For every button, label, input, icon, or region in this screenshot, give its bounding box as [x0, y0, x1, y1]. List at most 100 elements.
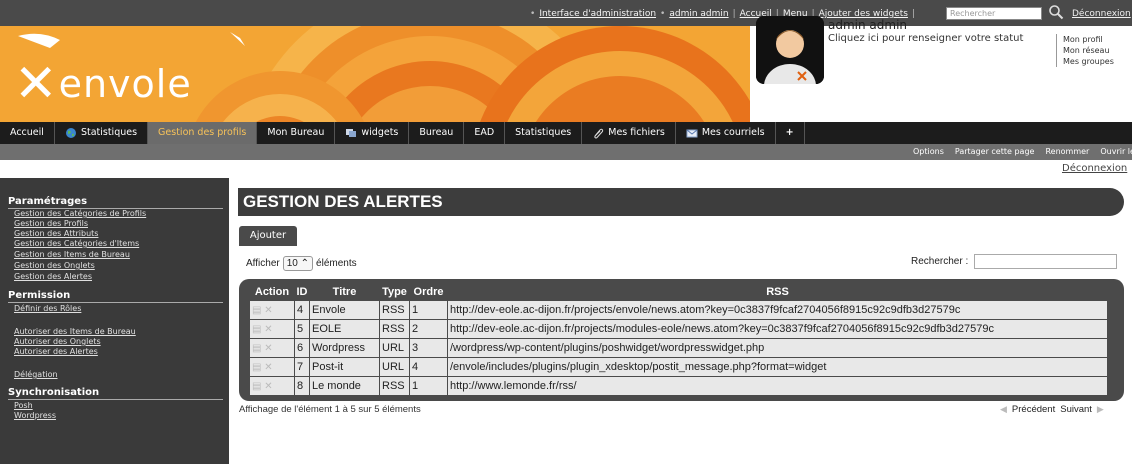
cell-action: ▤ ✕	[249, 299, 295, 320]
col-id[interactable]: ID	[295, 285, 310, 300]
deconnexion-link[interactable]: Déconnexion	[1062, 163, 1127, 174]
sidebar-item-categories-items[interactable]: Gestion des Catégories d'Items	[14, 239, 139, 248]
next-button[interactable]: Suivant	[1060, 404, 1092, 415]
cell-id: 8	[294, 375, 310, 396]
user-status[interactable]: Cliquez ici pour renseigner votre statut	[828, 33, 1023, 44]
cell-ordre: 1	[409, 375, 448, 396]
tab-statistiques[interactable]: Statistiques	[55, 122, 149, 144]
delete-icon[interactable]: ✕	[264, 381, 272, 392]
col-type[interactable]: Type	[380, 285, 410, 300]
sidebar-item-wordpress[interactable]: Wordpress	[14, 411, 56, 420]
edit-icon[interactable]: ▤	[252, 305, 264, 316]
tab-mon-bureau[interactable]: Mon Bureau	[257, 122, 336, 144]
cell-rss: /envole/includes/plugins/plugin_xdesktop…	[447, 356, 1108, 377]
cell-id: 4	[294, 299, 310, 320]
tab-accueil[interactable]: Accueil	[0, 122, 55, 144]
delete-icon[interactable]: ✕	[264, 362, 272, 373]
table-row: ▤ ✕ 4 Envole RSS 1 http://dev-eole.ac-dijon.f…	[249, 299, 1108, 320]
options-link[interactable]: Options	[913, 147, 944, 156]
table-row: ▤ ✕ 8 Le monde RSS 1 http://www.lemonde.fr/rs…	[249, 375, 1108, 396]
rename-link[interactable]: Renommer	[1045, 147, 1089, 156]
pagination: ◀ Précédent Suivant ▶	[1000, 404, 1104, 415]
cell-type: URL	[379, 337, 410, 358]
sidebar-item-categories-profils[interactable]: Gestion des Catégories de Profils	[14, 209, 146, 218]
sidebar-item-delegation[interactable]: Délégation	[14, 370, 58, 379]
top-bar: • Interface d'administration • admin adm…	[0, 0, 1132, 26]
cell-titre: Wordpress	[309, 337, 380, 358]
mail-icon	[686, 129, 698, 138]
cell-id: 5	[294, 318, 310, 339]
cell-titre: Le monde	[309, 375, 380, 396]
my-groups-link[interactable]: Mes groupes	[1063, 56, 1114, 67]
table-row: ▤ ✕ 5 EOLE RSS 2 http://dev-eole.ac-dijon.fr/…	[249, 318, 1108, 339]
share-page-link[interactable]: Partager cette page	[955, 147, 1035, 156]
table-row: ▤ ✕ 7 Post-it URL 4/envole/includes/plugins/…	[249, 356, 1108, 377]
col-titre[interactable]: Titre	[310, 285, 380, 300]
cell-action: ▤ ✕	[249, 337, 295, 358]
sidebar-item-alertes[interactable]: Gestion des Alertes	[14, 272, 92, 281]
edit-icon[interactable]: ▤	[252, 343, 264, 354]
col-rss[interactable]: RSS	[448, 285, 1108, 300]
edit-icon[interactable]: ▤	[252, 362, 264, 373]
sidebar-item-attributs[interactable]: Gestion des Attributs	[14, 229, 98, 238]
tab-bureau[interactable]: Bureau	[409, 122, 465, 144]
search-icon[interactable]	[1048, 4, 1064, 20]
col-ordre[interactable]: Ordre	[410, 285, 448, 300]
user-name[interactable]: admin admin	[828, 18, 907, 32]
logout-link[interactable]: Déconnexion	[1072, 9, 1131, 19]
tab-gestion-profils[interactable]: Gestion des profils	[148, 122, 258, 144]
cell-type: URL	[379, 356, 410, 377]
sidebar-item-items-bureau[interactable]: Gestion des Items de Bureau	[14, 250, 130, 259]
alerts-table: Action ID Titre Type Ordre RSS ▤ ✕ 4 Envol…	[249, 285, 1108, 396]
page-title: GESTION DES ALERTES	[238, 188, 1124, 216]
sidebar-item-posh[interactable]: Posh	[14, 401, 33, 410]
prev-arrow-icon: ◀	[1000, 404, 1007, 414]
prev-button[interactable]: Précédent	[1012, 404, 1055, 415]
paperclip-icon	[594, 128, 604, 139]
my-network-link[interactable]: Mon réseau	[1063, 45, 1114, 56]
cell-rss: http://dev-eole.ac-dijon.fr/projects/mod…	[447, 318, 1108, 339]
col-action[interactable]: Action	[250, 285, 295, 300]
section-synchronisation: Synchronisation	[8, 387, 100, 398]
tab-ead[interactable]: EAD	[464, 122, 506, 144]
edit-icon[interactable]: ▤	[252, 381, 264, 392]
edit-icon[interactable]: ▤	[252, 324, 264, 335]
logo[interactable]: ✕envole	[14, 54, 192, 114]
sidebar-item-profils[interactable]: Gestion des Profils	[14, 219, 88, 228]
sidebar-item-onglets[interactable]: Gestion des Onglets	[14, 261, 95, 270]
table-info: Affichage de l'élément 1 à 5 sur 5 éléme…	[239, 404, 421, 415]
table-search-label: Rechercher :	[911, 256, 969, 267]
delete-icon[interactable]: ✕	[264, 343, 272, 354]
table-search-input[interactable]	[974, 254, 1117, 269]
tab-mes-courriels[interactable]: Mes courriels	[676, 122, 776, 144]
user-link[interactable]: admin admin	[669, 9, 728, 19]
cell-type: RSS	[379, 299, 410, 320]
cell-action: ▤ ✕	[249, 375, 295, 396]
page-length-select[interactable]: 10 ⌃	[282, 256, 314, 271]
delete-icon[interactable]: ✕	[264, 305, 272, 316]
tab-statistiques-2[interactable]: Statistiques	[505, 122, 583, 144]
app-root: { "topbar": { "links": ["Interface d'adm…	[0, 0, 1132, 464]
tab-mes-fichiers[interactable]: Mes fichiers	[582, 122, 676, 144]
tab-widgets[interactable]: widgets	[335, 122, 410, 144]
add-button[interactable]: Ajouter	[239, 226, 297, 246]
delete-icon[interactable]: ✕	[264, 324, 272, 335]
sidebar-item-autoriser-alertes[interactable]: Autoriser des Alertes	[14, 347, 98, 356]
avatar[interactable]	[756, 16, 824, 84]
section-permission: Permission	[8, 290, 71, 301]
cell-type: RSS	[379, 375, 410, 396]
alerts-table-wrapper: Action ID Titre Type Ordre RSS ▤ ✕ 4 Envol…	[239, 279, 1124, 401]
sidebar-item-roles[interactable]: Définir des Rôles	[14, 304, 81, 313]
cell-titre: Envole	[309, 299, 380, 320]
tab-add[interactable]: +	[776, 122, 805, 144]
sidebar-item-autoriser-items[interactable]: Autoriser des Items de Bureau	[14, 327, 136, 336]
cell-action: ▤ ✕	[249, 318, 295, 339]
my-profile-link[interactable]: Mon profil	[1063, 34, 1114, 45]
open-site-link[interactable]: Ouvrir le site	[1100, 147, 1132, 156]
logo-text: envole	[58, 62, 192, 106]
widgets-icon	[346, 129, 357, 137]
admin-interface-link[interactable]: Interface d'administration	[539, 9, 656, 19]
top-search-input[interactable]: Rechercher	[946, 7, 1042, 20]
page-length-control: Afficher 10 ⌃ éléments	[246, 256, 357, 271]
sidebar-item-autoriser-onglets[interactable]: Autoriser des Onglets	[14, 337, 101, 346]
